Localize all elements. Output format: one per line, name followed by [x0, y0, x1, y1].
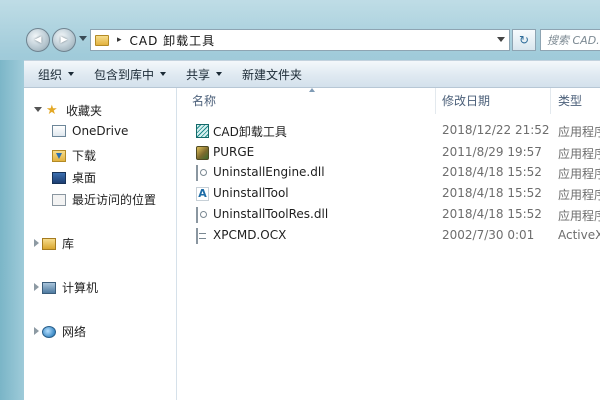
onedrive-icon: [52, 125, 66, 137]
column-divider[interactable]: [550, 88, 551, 114]
nav-libraries-label: 库: [62, 237, 75, 251]
file-row[interactable]: UninstallToolRes.dll 2018/4/18 15:52 应用程…: [177, 205, 600, 225]
file-type: 应用程序: [558, 188, 600, 202]
window-left-border: [0, 60, 24, 400]
new-folder-label: 新建文件夹: [242, 67, 303, 82]
nav-favorites[interactable]: ★ 收藏夹: [46, 102, 102, 119]
forward-arrow-icon: ▶: [60, 35, 68, 45]
file-row[interactable]: PURGE 2011/8/29 19:57 应用程序: [177, 143, 600, 163]
file-type: ActiveX: [558, 228, 600, 242]
desktop-icon: [52, 171, 66, 184]
include-in-library-label: 包含到库中: [94, 67, 155, 82]
ocx-file-icon: [196, 228, 198, 244]
nav-item-onedrive[interactable]: OneDrive: [52, 124, 128, 138]
nav-computer[interactable]: 计算机: [42, 279, 98, 296]
nav-network[interactable]: 网络: [42, 323, 86, 340]
nav-item-recent-places[interactable]: 最近访问的位置: [52, 191, 156, 208]
file-name: UninstallToolRes.dll: [213, 207, 329, 221]
nav-computer-label: 计算机: [62, 281, 99, 295]
recent-pages-dropdown-icon[interactable]: [79, 36, 87, 41]
file-name: CAD卸载工具: [213, 125, 287, 139]
file-date: 2018/4/18 15:52: [442, 165, 542, 179]
forward-button[interactable]: ▶: [52, 28, 76, 52]
chevron-down-icon: [68, 72, 75, 76]
expand-arrow-icon[interactable]: [34, 283, 39, 291]
navigation-row: ◀ ▶ ▸ CAD 卸载工具 ↻ 搜索 CAD...: [0, 26, 600, 56]
computer-icon: [42, 281, 56, 294]
recent-places-icon: [52, 193, 66, 206]
file-type: 应用程序: [558, 125, 600, 139]
library-icon: [42, 237, 56, 250]
dll-file-icon: [196, 165, 198, 181]
nav-item-label: 下载: [72, 149, 97, 163]
address-bar[interactable]: ▸ CAD 卸载工具: [90, 29, 510, 51]
file-name: PURGE: [213, 145, 255, 159]
file-row[interactable]: A UninstallTool 2018/4/18 15:52 应用程序: [177, 184, 600, 204]
command-toolbar: 组织 包含到库中 共享 新建文件夹: [24, 60, 600, 88]
file-type: 应用程序: [558, 147, 600, 161]
column-header-date-modified[interactable]: 修改日期: [442, 92, 490, 109]
nav-favorites-label: 收藏夹: [66, 104, 103, 118]
share-label: 共享: [186, 67, 211, 82]
expand-arrow-icon[interactable]: [34, 327, 39, 335]
uninstall-tool-icon: A: [196, 187, 209, 201]
explorer-content-area: ★ 收藏夹 OneDrive 下载 桌面 最近访问的位置 库 计算机 网络 名称…: [24, 88, 600, 400]
include-in-library-button[interactable]: 包含到库中: [84, 61, 176, 87]
explorer-window-frame: ◀ ▶ ▸ CAD 卸载工具 ↻ 搜索 CAD... 组织: [0, 0, 600, 400]
file-date: 2011/8/29 19:57: [442, 145, 542, 159]
chevron-down-icon: [216, 72, 223, 76]
network-icon: [42, 325, 56, 338]
nav-item-downloads[interactable]: 下载: [52, 147, 96, 164]
address-dropdown-icon[interactable]: [497, 37, 505, 42]
file-type: 应用程序扩展: [558, 209, 600, 223]
desktop-background: ◀ ▶ ▸ CAD 卸载工具 ↻ 搜索 CAD... 组织: [0, 0, 600, 400]
share-button[interactable]: 共享: [176, 61, 232, 87]
column-header-name[interactable]: 名称: [192, 92, 216, 109]
file-date: 2018/12/22 21:52: [442, 123, 550, 137]
file-date: 2018/4/18 15:52: [442, 207, 542, 221]
nav-item-desktop[interactable]: 桌面: [52, 169, 96, 186]
dll-file-icon: [196, 207, 198, 223]
file-row[interactable]: UninstallEngine.dll 2018/4/18 15:52 应用程序…: [177, 163, 600, 183]
organize-menu-button[interactable]: 组织: [24, 61, 84, 87]
file-type: 应用程序扩展: [558, 167, 600, 181]
nav-item-label: 桌面: [72, 171, 97, 185]
back-button[interactable]: ◀: [26, 28, 50, 52]
new-folder-button[interactable]: 新建文件夹: [232, 61, 312, 87]
file-row[interactable]: CAD卸载工具 2018/12/22 21:52 应用程序: [177, 121, 600, 141]
download-folder-icon: [52, 149, 66, 162]
navigation-pane: ★ 收藏夹 OneDrive 下载 桌面 最近访问的位置 库 计算机 网络: [24, 88, 177, 400]
file-name: XPCMD.OCX: [213, 228, 287, 242]
sort-ascending-icon: [309, 88, 315, 92]
file-list: 名称 修改日期 类型 CAD卸载工具 2018/12/22 21:52 应用程序…: [177, 88, 600, 400]
nav-item-label: OneDrive: [72, 124, 129, 138]
refresh-icon: ↻: [518, 33, 530, 47]
chevron-down-icon: [160, 72, 167, 76]
expand-arrow-icon[interactable]: [34, 239, 39, 247]
refresh-button[interactable]: ↻: [512, 29, 536, 51]
breadcrumb-current-folder[interactable]: CAD 卸载工具: [130, 32, 216, 49]
column-header-type[interactable]: 类型: [558, 92, 582, 109]
purge-app-icon: [196, 146, 209, 160]
star-icon: ★: [46, 102, 58, 118]
file-date: 2018/4/18 15:52: [442, 186, 542, 200]
back-arrow-icon: ◀: [34, 35, 42, 45]
column-divider[interactable]: [435, 88, 436, 114]
folder-icon: [95, 34, 109, 46]
organize-label: 组织: [38, 67, 63, 82]
file-date: 2002/7/30 0:01: [442, 228, 535, 242]
search-input[interactable]: 搜索 CAD...: [540, 29, 600, 51]
breadcrumb-chevron-icon[interactable]: ▸: [117, 35, 122, 45]
collapse-arrow-icon[interactable]: [34, 107, 42, 112]
file-row[interactable]: XPCMD.OCX 2002/7/30 0:01 ActiveX: [177, 226, 600, 246]
file-name: UninstallTool: [213, 186, 289, 200]
cad-app-icon: [196, 124, 209, 138]
nav-libraries[interactable]: 库: [42, 235, 74, 252]
nav-item-label: 最近访问的位置: [72, 193, 157, 207]
nav-network-label: 网络: [62, 325, 87, 339]
file-name: UninstallEngine.dll: [213, 165, 325, 179]
